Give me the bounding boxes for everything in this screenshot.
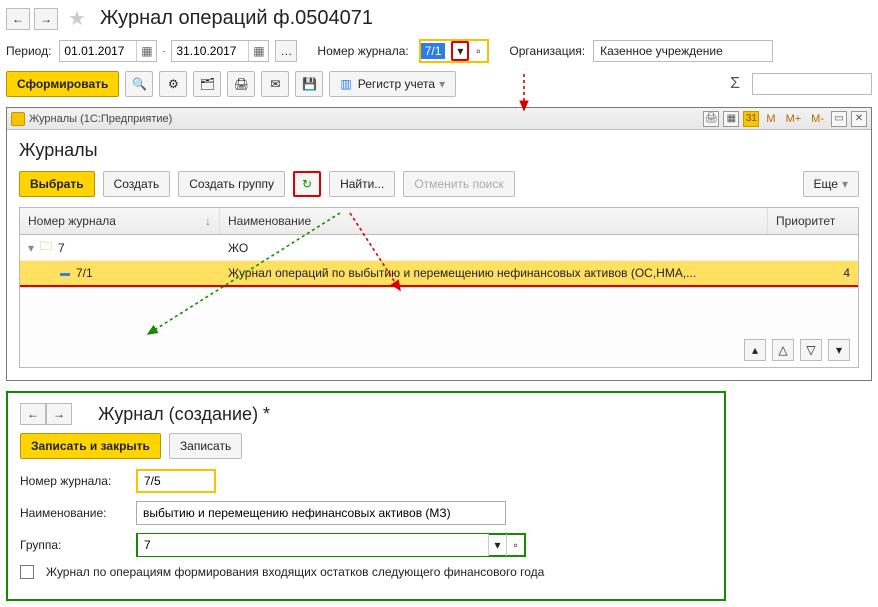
memory-m[interactable]: M bbox=[763, 113, 778, 125]
period-from-input[interactable] bbox=[60, 41, 136, 61]
col-number[interactable]: Номер журнала ↓ bbox=[20, 208, 220, 234]
name-label: Наименование: bbox=[20, 506, 130, 520]
form-nav: ← → Журнал (создание) * bbox=[20, 403, 712, 425]
page-title: Журнал операций ф.0504071 bbox=[100, 7, 373, 30]
calendar-icon[interactable]: ▦ bbox=[136, 41, 156, 61]
select-button[interactable]: Выбрать bbox=[19, 171, 95, 197]
chevron-down-icon[interactable]: ▾ bbox=[488, 534, 506, 556]
back-button[interactable]: ← bbox=[6, 8, 30, 30]
table-row[interactable]: ▬ 7/1 Журнал операций по выбытию и перем… bbox=[20, 261, 858, 287]
dialog-titlebar-text: Журналы (1С:Предприятие) bbox=[29, 113, 172, 125]
calendar-icon[interactable]: 31 bbox=[743, 111, 759, 127]
find-button[interactable]: Найти... bbox=[329, 171, 395, 197]
dialog-toolbar: Выбрать Создать Создать группу ↻ Найти..… bbox=[19, 171, 859, 197]
journal-number-field[interactable]: 7/1 ▾ ▫ bbox=[419, 39, 490, 63]
journal-number-label: Номер журнала: bbox=[317, 44, 410, 58]
grid-header: Номер журнала ↓ Наименование Приоритет bbox=[20, 208, 858, 235]
sum-field[interactable] bbox=[752, 73, 872, 95]
save-button[interactable]: Записать bbox=[169, 433, 242, 459]
print-icon[interactable]: 🖨 bbox=[227, 71, 255, 97]
settings-icon[interactable]: ⚙ bbox=[159, 71, 187, 97]
checkbox-label: Журнал по операциям формирования входящи… bbox=[46, 565, 544, 579]
save-icon[interactable]: 💾 bbox=[295, 71, 323, 97]
memory-mplus[interactable]: M+ bbox=[783, 113, 805, 125]
form-button[interactable]: Сформировать bbox=[6, 71, 119, 97]
minimize-icon[interactable]: ▭ bbox=[831, 111, 847, 127]
calc-icon[interactable]: ▦ bbox=[723, 111, 739, 127]
filter-row: Период: ▦ ▦ … Номер журнала: 7/1 ▾ ▫ Орг… bbox=[6, 39, 872, 63]
forward-button[interactable]: → bbox=[34, 8, 58, 30]
form-toolbar: Записать и закрыть Записать bbox=[20, 433, 712, 459]
scroll-bottom-icon[interactable]: ▾ bbox=[828, 339, 850, 361]
sort-asc-icon: ↓ bbox=[205, 214, 211, 228]
refresh-icon[interactable]: ↻ bbox=[293, 171, 321, 197]
form-title: Журнал (создание) * bbox=[98, 404, 270, 425]
cancel-search-button[interactable]: Отменить поиск bbox=[403, 171, 514, 197]
create-button[interactable]: Создать bbox=[103, 171, 171, 197]
search-icon[interactable]: 🔍 bbox=[125, 71, 153, 97]
period-to-field[interactable]: ▦ bbox=[171, 40, 269, 62]
dialog-title: Журналы bbox=[19, 140, 859, 161]
journals-dialog: Журналы (1С:Предприятие) 🖨 ▦ 31 M M+ M- … bbox=[6, 107, 872, 381]
open-icon[interactable]: ▫ bbox=[506, 534, 524, 556]
group-input[interactable] bbox=[138, 534, 488, 556]
journal-number-dropdown[interactable]: ▾ bbox=[451, 41, 469, 61]
organization-label: Организация: bbox=[509, 44, 587, 58]
organization-field[interactable]: Казенное учреждение bbox=[593, 40, 773, 62]
scroll-up-icon[interactable]: △ bbox=[772, 339, 794, 361]
scroll-top-icon[interactable]: ▴ bbox=[744, 339, 766, 361]
more-button[interactable]: Еще▾ bbox=[803, 171, 859, 197]
journal-number-open-icon[interactable]: ▫ bbox=[469, 41, 487, 61]
col-name[interactable]: Наименование bbox=[220, 208, 768, 234]
mail-icon[interactable]: ✉ bbox=[261, 71, 289, 97]
forward-button[interactable]: → bbox=[46, 403, 72, 425]
create-group-button[interactable]: Создать группу bbox=[178, 171, 285, 197]
tree-icon[interactable]: 🗂 bbox=[193, 71, 221, 97]
period-more-button[interactable]: … bbox=[275, 40, 297, 62]
main-toolbar: Сформировать 🔍 ⚙ 🗂 🖨 ✉ 💾 ▥ Регистр учета… bbox=[6, 71, 872, 97]
opening-balance-checkbox[interactable] bbox=[20, 565, 34, 579]
journals-grid: Номер журнала ↓ Наименование Приоритет ▾… bbox=[19, 207, 859, 368]
number-input[interactable] bbox=[136, 469, 216, 493]
close-icon[interactable]: ✕ bbox=[851, 111, 867, 127]
back-button[interactable]: ← bbox=[20, 403, 46, 425]
period-to-input[interactable] bbox=[172, 41, 248, 61]
col-priority[interactable]: Приоритет bbox=[768, 208, 858, 234]
registry-button[interactable]: ▥ Регистр учета ▾ bbox=[329, 71, 456, 97]
group-label: Группа: bbox=[20, 538, 130, 552]
period-from-field[interactable]: ▦ bbox=[59, 40, 157, 62]
period-label: Период: bbox=[6, 44, 53, 58]
save-close-button[interactable]: Записать и закрыть bbox=[20, 433, 161, 459]
number-label: Номер журнала: bbox=[20, 474, 130, 488]
group-combo[interactable]: ▾ ▫ bbox=[136, 533, 526, 557]
journal-create-form: ← → Журнал (создание) * Записать и закры… bbox=[6, 391, 726, 601]
calendar-icon[interactable]: ▦ bbox=[248, 41, 268, 61]
scroll-down-icon[interactable]: ▽ bbox=[800, 339, 822, 361]
table-row[interactable]: ▾ 🗀 7 ЖО bbox=[20, 235, 858, 261]
top-nav: ← → ★ Журнал операций ф.0504071 bbox=[6, 6, 872, 31]
sum-icon[interactable]: Σ bbox=[730, 75, 740, 93]
favorite-icon[interactable]: ★ bbox=[68, 6, 86, 31]
name-input[interactable] bbox=[136, 501, 506, 525]
app-icon bbox=[11, 112, 25, 126]
folder-icon: 🗀 bbox=[40, 237, 52, 258]
grid-footer: ▴ △ ▽ ▾ bbox=[20, 287, 858, 367]
dialog-titlebar: Журналы (1С:Предприятие) 🖨 ▦ 31 M M+ M- … bbox=[7, 108, 871, 130]
journal-number-value: 7/1 bbox=[421, 43, 446, 59]
print-icon[interactable]: 🖨 bbox=[703, 111, 719, 127]
organization-value: Казенное учреждение bbox=[600, 44, 723, 58]
memory-mminus[interactable]: M- bbox=[808, 113, 827, 125]
item-icon: ▬ bbox=[60, 268, 70, 279]
